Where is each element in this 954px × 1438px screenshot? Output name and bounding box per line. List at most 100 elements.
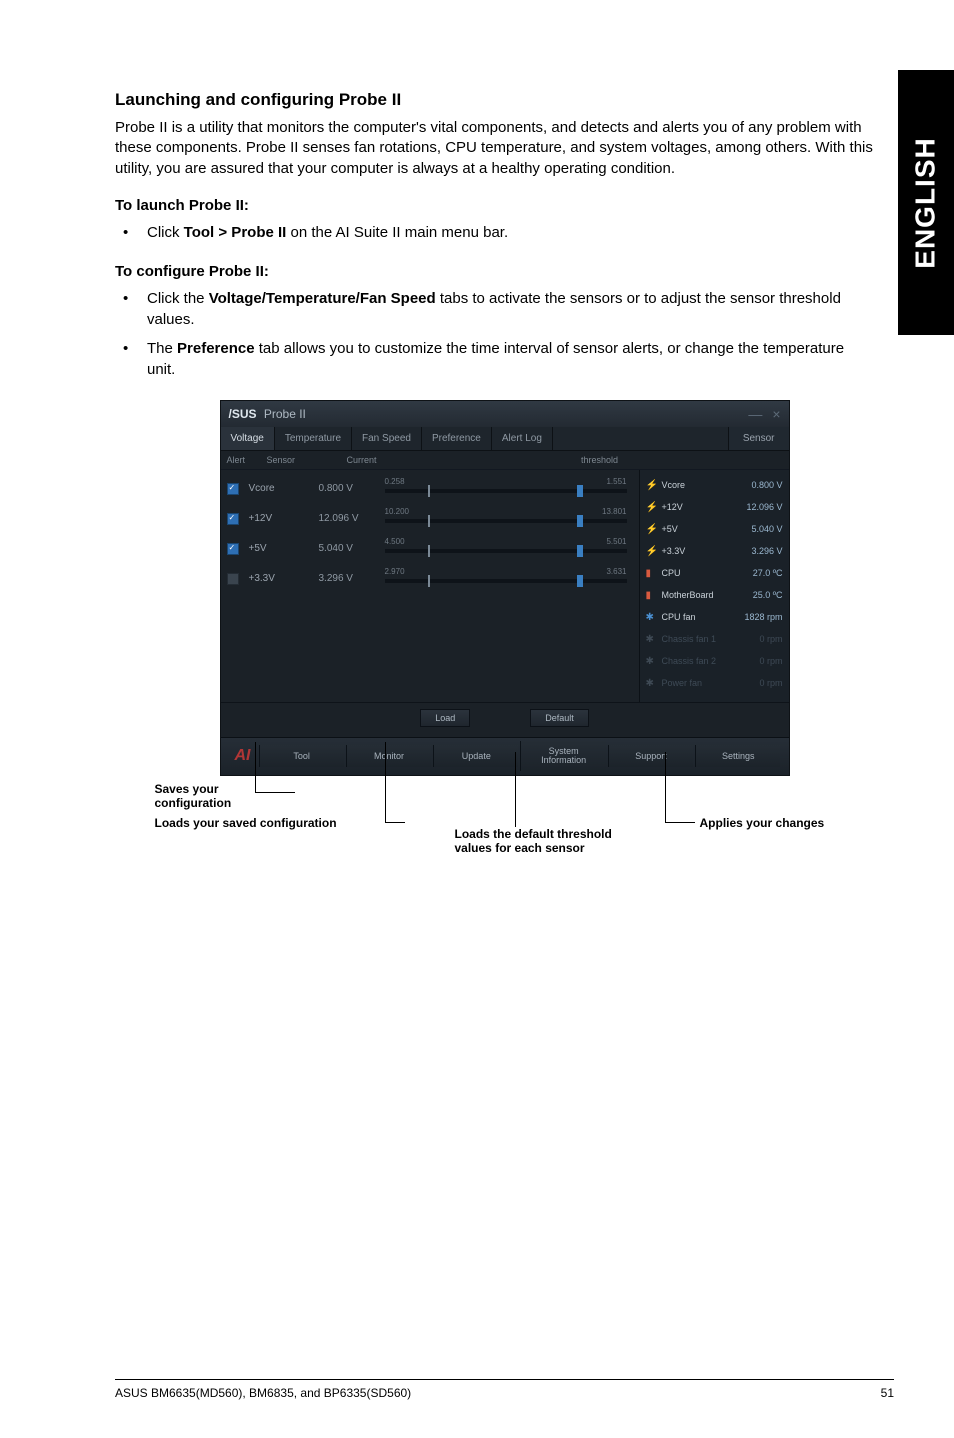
threshold-low: 0.258 (385, 477, 405, 486)
summary-row: ▮ CPU27.0 ºC (646, 562, 783, 584)
threshold-low: 10.200 (385, 507, 409, 516)
sensor-name: +3.3V (249, 573, 319, 584)
tab-fan-speed[interactable]: Fan Speed (352, 427, 422, 450)
system-info-button[interactable]: System Information (520, 741, 605, 771)
summary-value: 0 rpm (759, 634, 782, 644)
minimize-icon[interactable]: — (748, 406, 762, 422)
alert-checkbox[interactable] (227, 573, 239, 585)
bolt-icon: ⚡ (646, 480, 656, 490)
update-button[interactable]: Update (433, 745, 518, 767)
probe-logo: /SUS Probe II (229, 407, 306, 421)
tab-sensor[interactable]: Sensor (729, 427, 789, 450)
summary-label: Power fan (662, 678, 760, 688)
summary-value: 12.096 V (746, 502, 782, 512)
close-icon[interactable]: × (772, 406, 780, 422)
side-language-tab: ENGLISH (898, 70, 954, 335)
sensor-name: Vcore (249, 483, 319, 494)
summary-value: 1828 rpm (744, 612, 782, 622)
summary-label: Chassis fan 2 (662, 656, 760, 666)
summary-label: CPU fan (662, 612, 745, 622)
summary-value: 27.0 ºC (753, 568, 783, 578)
tab-spacer (553, 427, 729, 450)
load-button[interactable]: Load (420, 709, 470, 727)
bolt-icon: ⚡ (646, 546, 656, 556)
bolt-icon: ⚡ (646, 524, 656, 534)
monitor-button[interactable]: Monitor (346, 745, 431, 767)
support-button[interactable]: Support (608, 745, 693, 767)
summary-row: ✱ CPU fan1828 rpm (646, 606, 783, 628)
fan-icon: ✱ (646, 656, 656, 666)
sensor-name: +12V (249, 513, 319, 524)
fan-icon: ✱ (646, 634, 656, 644)
tab-preference[interactable]: Preference (422, 427, 492, 450)
default-button[interactable]: Default (530, 709, 589, 727)
threshold-high: 1.551 (606, 477, 626, 486)
threshold-high: 13.801 (602, 507, 626, 516)
bottom-bar: AI Tool Monitor Update System Informatio… (221, 737, 789, 775)
fan-icon: ✱ (646, 612, 656, 622)
threshold-slider[interactable]: 10.200 13.801 (385, 509, 627, 529)
tool-button[interactable]: Tool (259, 745, 344, 767)
head-threshold: threshold (417, 455, 783, 465)
sensor-current: 12.096 V (319, 513, 379, 524)
summary-value: 3.296 V (751, 546, 782, 556)
fan-icon: ✱ (646, 678, 656, 688)
annotations: Saves your configuration Loads your save… (155, 782, 855, 902)
probe-tabs: Voltage Temperature Fan Speed Preference… (221, 427, 789, 451)
summary-row: ⚡ +12V12.096 V (646, 496, 783, 518)
section-heading: Launching and configuring Probe II (115, 90, 894, 110)
thermometer-icon: ▮ (646, 590, 656, 600)
summary-label: +12V (662, 502, 747, 512)
brand-text: /SUS (229, 407, 257, 421)
annot-saves: Saves your configuration (155, 782, 275, 811)
sensor-current: 0.800 V (319, 483, 379, 494)
summary-row: ▮MotherBoard25.0 ºC (646, 584, 783, 606)
side-language-label: ENGLISH (910, 137, 942, 268)
settings-button[interactable]: Settings (695, 745, 780, 767)
threshold-high: 3.631 (606, 567, 626, 576)
launch-bullet: Click Tool > Probe II on the AI Suite II… (115, 222, 875, 243)
configure-heading: To configure Probe II: (115, 263, 894, 280)
alert-checkbox[interactable] (227, 543, 239, 555)
sysinfo-line2: Information (521, 756, 605, 765)
sensor-name: +5V (249, 543, 319, 554)
summary-value: 5.040 V (751, 524, 782, 534)
probe-titlebar: /SUS Probe II — × (221, 401, 789, 427)
callout-line (385, 742, 386, 822)
probe-title: Probe II (264, 407, 306, 421)
threshold-low: 2.970 (385, 567, 405, 576)
threshold-low: 4.500 (385, 537, 405, 546)
summary-value: 25.0 ºC (753, 590, 783, 600)
annot-default: Loads the default threshold values for e… (455, 827, 625, 856)
summary-label: Vcore (662, 480, 752, 490)
mid-buttons: Load Default (221, 702, 789, 737)
alert-checkbox[interactable] (227, 513, 239, 525)
summary-label: +5V (662, 524, 752, 534)
callout-line (665, 822, 695, 823)
tab-alert-log[interactable]: Alert Log (492, 427, 553, 450)
alert-checkbox[interactable] (227, 483, 239, 495)
sensor-current: 3.296 V (319, 573, 379, 584)
tab-temperature[interactable]: Temperature (275, 427, 352, 450)
summary-row: ⚡ Vcore0.800 V (646, 474, 783, 496)
threshold-slider[interactable]: 4.500 5.501 (385, 539, 627, 559)
bolt-icon: ⚡ (646, 502, 656, 512)
ai-suite-icon[interactable]: AI (229, 745, 257, 767)
footer-left: ASUS BM6635(MD560), BM6835, and BP6335(S… (115, 1386, 411, 1400)
thermometer-icon: ▮ (646, 568, 656, 578)
threshold-slider[interactable]: 2.970 3.631 (385, 569, 627, 589)
configure-bullet-2: The Preference tab allows you to customi… (115, 338, 875, 380)
summary-label: CPU (662, 568, 753, 578)
callout-line (665, 752, 666, 822)
summary-label: +3.3V (662, 546, 752, 556)
summary-panel: ⚡Vcore0.800 V ⚡+12V12.096 V ⚡+5V5.040 V … (639, 470, 789, 702)
annot-loads: Loads your saved configuration (155, 816, 415, 830)
tab-voltage[interactable]: Voltage (221, 427, 275, 450)
section-intro: Probe II is a utility that monitors the … (115, 118, 875, 179)
threshold-slider[interactable]: 0.258 1.551 (385, 479, 627, 499)
sensor-current: 5.040 V (319, 543, 379, 554)
threshold-high: 5.501 (606, 537, 626, 546)
annot-applies: Applies your changes (700, 816, 880, 830)
configure-bullet-1: Click the Voltage/Temperature/Fan Speed … (115, 288, 875, 330)
summary-value: 0.800 V (751, 480, 782, 490)
